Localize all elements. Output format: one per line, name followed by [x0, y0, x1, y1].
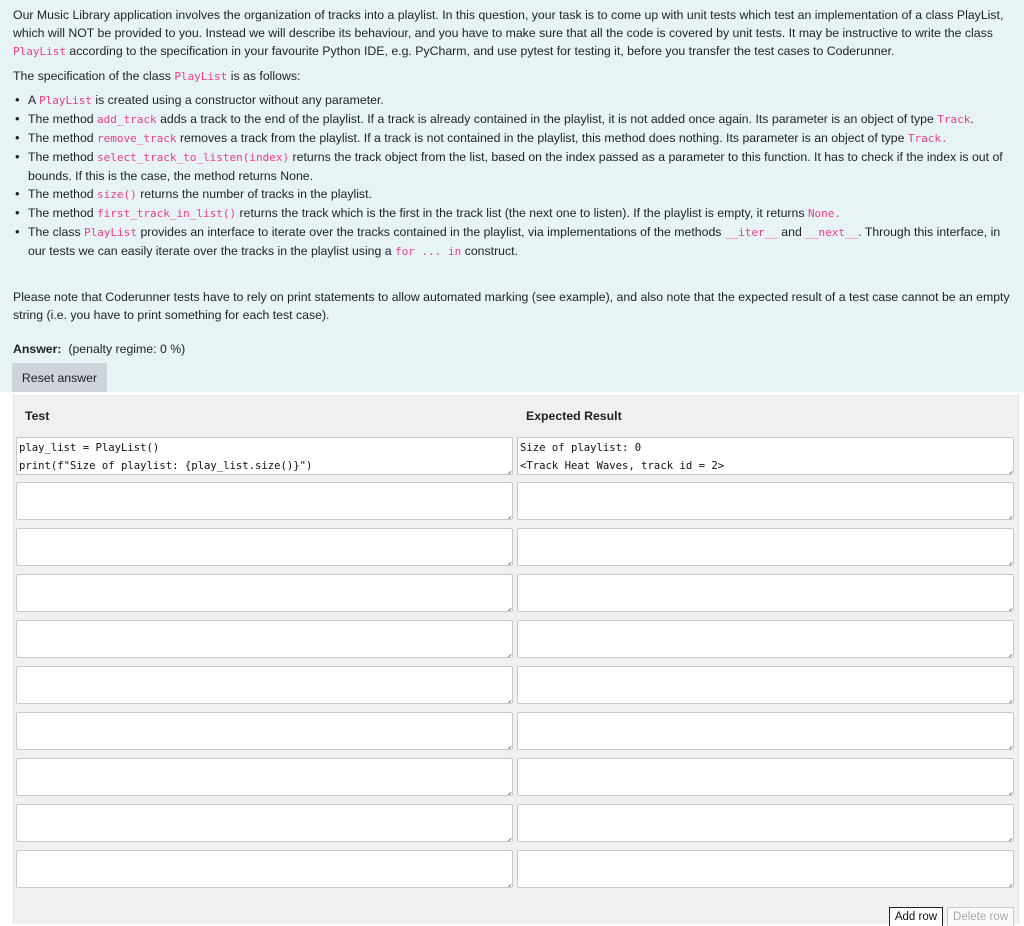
penalty-regime: (penalty regime: 0 %): [68, 342, 186, 356]
spec-item: The method remove_track removes a track …: [15, 129, 1019, 148]
question-note: Please note that Coderunner tests have t…: [13, 290, 1010, 322]
text-run: The method: [28, 187, 98, 201]
resize-handle-icon[interactable]: [503, 648, 511, 656]
text-run: removes a track from the playlist. If a …: [176, 131, 908, 145]
expected-result-textarea[interactable]: [517, 712, 1014, 750]
inline-code: __next__: [805, 226, 859, 239]
inline-code: PlayList: [38, 94, 92, 107]
expected-result-textarea[interactable]: [517, 482, 1014, 520]
delete-row-button[interactable]: Delete row: [947, 907, 1014, 926]
test-code-textarea[interactable]: [16, 758, 513, 796]
resize-handle-icon[interactable]: [1004, 786, 1012, 794]
expected-result-textarea[interactable]: [517, 528, 1014, 566]
resize-handle-icon[interactable]: [1004, 832, 1012, 840]
resize-handle-icon[interactable]: [1004, 740, 1012, 748]
spec-item: The method first_track_in_list() returns…: [15, 204, 1019, 223]
answer-heading: Answer:: [13, 342, 62, 356]
resize-handle-icon[interactable]: [503, 878, 511, 886]
spec-item: The class PlayList provides an interface…: [15, 223, 1019, 261]
text-run: construct.: [461, 244, 519, 258]
column-header-test: Test: [25, 409, 50, 423]
expected-result-textarea[interactable]: [517, 758, 1014, 796]
text-run: is created using a constructor without a…: [91, 93, 384, 107]
resize-handle-icon[interactable]: [503, 465, 511, 473]
inline-code: Track: [937, 113, 971, 126]
resize-handle-icon[interactable]: [503, 786, 511, 794]
text-run: provides an interface to iterate over th…: [137, 225, 725, 239]
inline-code: None.: [807, 207, 842, 220]
resize-handle-icon[interactable]: [1004, 878, 1012, 886]
spec-item: The method select_track_to_listen(index)…: [15, 148, 1019, 185]
expected-result-textarea[interactable]: [517, 850, 1014, 888]
resize-handle-icon[interactable]: [503, 694, 511, 702]
spec-item: The method size() returns the number of …: [15, 185, 1019, 204]
inline-code: first_track_in_list(): [97, 207, 237, 220]
resize-handle-icon[interactable]: [1004, 694, 1012, 702]
test-code-textarea[interactable]: [16, 482, 513, 520]
expected-result-textarea[interactable]: [517, 804, 1014, 842]
expected-result-textarea[interactable]: [517, 666, 1014, 704]
expected-result-textarea[interactable]: [517, 574, 1014, 612]
text-run: A: [28, 93, 39, 107]
inline-code: select_track_to_listen(index): [97, 151, 290, 164]
question-text: Our Music Library application involves t…: [13, 6, 1019, 261]
test-code-textarea[interactable]: play_list = PlayList() print(f"Size of p…: [16, 437, 513, 475]
resize-handle-icon[interactable]: [503, 510, 511, 518]
text-run: adds a track to the end of the playlist.…: [156, 112, 938, 126]
resize-handle-icon[interactable]: [1004, 465, 1012, 473]
test-code-textarea[interactable]: [16, 620, 513, 658]
inline-code: PlayList: [174, 70, 228, 83]
text-run: The method: [28, 131, 98, 145]
text-run: Our Music Library application involves t…: [13, 8, 1004, 40]
text-run: according to the specification in your f…: [65, 44, 895, 58]
spec-item: A PlayList is created using a constructo…: [15, 91, 1019, 110]
text-run: The class: [28, 225, 85, 239]
column-header-expected: Expected Result: [526, 409, 622, 423]
test-code-textarea[interactable]: [16, 528, 513, 566]
resize-handle-icon[interactable]: [503, 832, 511, 840]
add-row-button[interactable]: Add row: [888, 907, 944, 926]
resize-handle-icon[interactable]: [1004, 602, 1012, 610]
text-run: The specification of the class: [13, 69, 175, 83]
inline-code: for ... in: [395, 245, 462, 258]
resize-handle-icon[interactable]: [503, 602, 511, 610]
inline-code: PlayList: [84, 226, 138, 239]
text-run: The method: [28, 112, 98, 126]
test-code-textarea[interactable]: [16, 666, 513, 704]
spec-list: A PlayList is created using a constructo…: [13, 91, 1019, 261]
expected-result-textarea[interactable]: [517, 620, 1014, 658]
inline-code: add_track: [97, 113, 157, 126]
inline-code: size(): [97, 188, 137, 201]
inline-code: remove_track: [97, 132, 177, 145]
test-code-textarea[interactable]: [16, 574, 513, 612]
resize-handle-icon[interactable]: [503, 740, 511, 748]
resize-handle-icon[interactable]: [503, 556, 511, 564]
spec-item: The method add_track adds a track to the…: [15, 110, 1019, 129]
spec-title: The specification of the class PlayList …: [13, 67, 1019, 86]
resize-handle-icon[interactable]: [1004, 648, 1012, 656]
text-run: and: [777, 225, 806, 239]
inline-code: PlayList: [13, 45, 66, 58]
resize-handle-icon[interactable]: [1004, 556, 1012, 564]
question-intro: Our Music Library application involves t…: [13, 6, 1019, 61]
resize-handle-icon[interactable]: [1004, 510, 1012, 518]
test-table: Test Expected Result Add row Delete row …: [13, 395, 1019, 926]
text-run: returns the track which is the first in …: [236, 206, 808, 220]
test-code-textarea[interactable]: [16, 850, 513, 888]
question-panel: Our Music Library application involves t…: [0, 0, 1024, 392]
text-run: The method: [28, 150, 98, 164]
inline-code: __iter__: [724, 226, 778, 239]
text-run: is as follows:: [227, 69, 301, 83]
reset-answer-button[interactable]: Reset answer: [12, 363, 107, 392]
test-code-textarea[interactable]: [16, 712, 513, 750]
row-buttons: Add row Delete row: [888, 907, 1014, 926]
text-run: returns the number of tracks in the play…: [136, 187, 372, 201]
answer-label: Answer: (penalty regime: 0 %): [13, 340, 185, 358]
expected-result-textarea[interactable]: Size of playlist: 0 <Track Heat Waves, t…: [517, 437, 1014, 475]
test-code-textarea[interactable]: [16, 804, 513, 842]
inline-code: Track.: [907, 132, 948, 145]
text-run: The method: [28, 206, 98, 220]
text-run: .: [970, 112, 974, 126]
